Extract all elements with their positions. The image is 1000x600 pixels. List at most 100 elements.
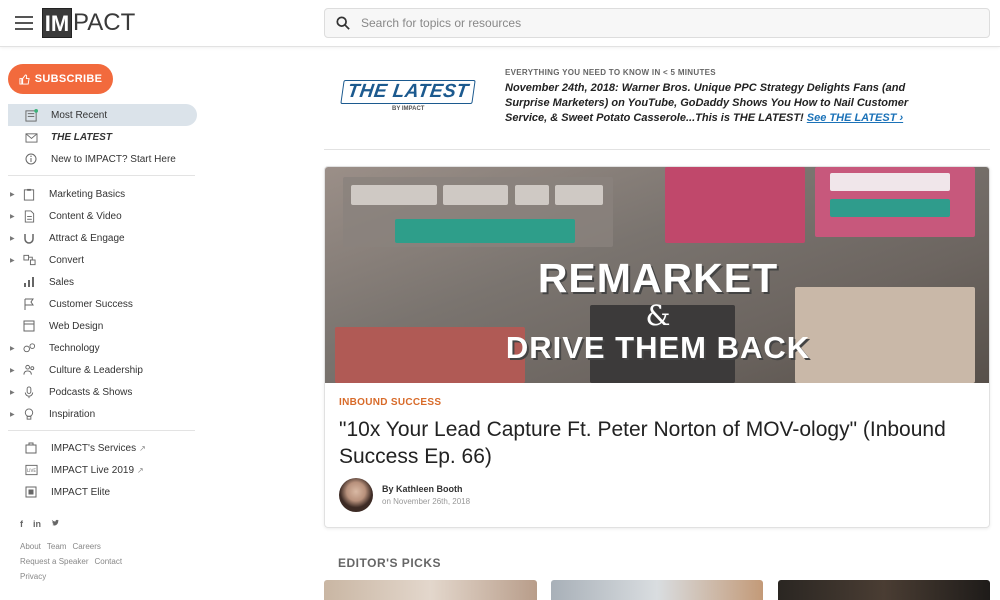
the-latest-banner[interactable]: THE LATEST BY IMPACT EVERYTHING YOU NEED… (324, 48, 990, 150)
sidebar-item-label: Web Design (49, 320, 104, 332)
search-input[interactable] (361, 16, 961, 30)
the-latest-logo-text: THE LATEST (346, 81, 470, 102)
info-icon (24, 152, 38, 166)
the-latest-summary: November 24th, 2018: Warner Bros. Unique… (505, 81, 925, 126)
hero-ampersand: & (645, 299, 671, 332)
sidebar-item-label: Attract & Engage (49, 232, 125, 244)
the-latest-by: BY IMPACT (392, 106, 425, 112)
the-latest-kicker: EVERYTHING YOU NEED TO KNOW IN < 5 MINUT… (505, 68, 716, 77)
expand-arrow-icon[interactable]: ▶ (10, 345, 15, 352)
hero-field (351, 185, 437, 205)
people-icon (22, 363, 36, 377)
footer-link-careers[interactable]: Careers (72, 542, 100, 551)
sidebar-item-impact-elite[interactable]: IMPACT Elite (8, 481, 197, 503)
sidebar-item-the-latest[interactable]: THE LATEST (8, 126, 197, 148)
article-category-tag[interactable]: INBOUND SUCCESS (339, 397, 441, 408)
hamburger-menu-icon[interactable] (15, 16, 33, 30)
sidebar-item-start-here[interactable]: New to IMPACT? Start Here (8, 148, 197, 170)
editors-pick-thumbnail[interactable] (778, 580, 990, 600)
sidebar-item-customer-success[interactable]: Customer Success (8, 293, 197, 315)
live-icon: LIVE (24, 463, 38, 477)
sidebar-item-label: Most Recent (51, 109, 108, 121)
footer-link-about[interactable]: About (20, 542, 41, 551)
sidebar-item-impact-services[interactable]: IMPACT's Services ↗ (8, 437, 197, 459)
article-date: on November 26th, 2018 (382, 497, 471, 506)
expand-arrow-icon[interactable]: ▶ (10, 389, 15, 396)
newspaper-icon (24, 108, 38, 122)
sidebar: SUBSCRIBE Most Recent THE LATEST New to … (0, 48, 205, 590)
expand-arrow-icon[interactable]: ▶ (10, 411, 15, 418)
article-title[interactable]: "10x Your Lead Capture Ft. Peter Norton … (339, 416, 969, 470)
expand-arrow-icon[interactable]: ▶ (10, 257, 15, 264)
sidebar-item-label: Marketing Basics (49, 188, 126, 200)
convert-icon (22, 253, 36, 267)
sidebar-divider (8, 175, 195, 176)
footer-links-row-1: About Team Careers (20, 542, 101, 551)
see-the-latest-link[interactable]: See THE LATEST › (807, 112, 903, 124)
search-bar[interactable] (324, 8, 990, 38)
document-icon (22, 209, 36, 223)
sidebar-item-label: New to IMPACT? Start Here (51, 153, 176, 165)
hero-signup-field (830, 173, 950, 191)
sidebar-item-attract-engage[interactable]: ▶ Attract & Engage (8, 227, 197, 249)
sidebar-item-sales[interactable]: Sales (8, 271, 197, 293)
external-link-icon: ↗ (137, 465, 144, 475)
sidebar-item-podcasts-shows[interactable]: ▶ Podcasts & Shows (8, 381, 197, 403)
footer-link-contact[interactable]: Contact (95, 557, 123, 566)
sidebar-item-impact-live[interactable]: LIVE IMPACT Live 2019 ↗ (8, 459, 197, 481)
sidebar-item-label: Sales (49, 276, 75, 288)
the-latest-logo[interactable]: THE LATEST (340, 80, 476, 104)
sidebar-item-culture-leadership[interactable]: ▶ Culture & Leadership (8, 359, 197, 381)
gears-icon (22, 341, 36, 355)
sidebar-item-web-design[interactable]: Web Design (8, 315, 197, 337)
sidebar-item-technology[interactable]: ▶ Technology (8, 337, 197, 359)
subscribe-button[interactable]: SUBSCRIBE (8, 64, 113, 94)
hero-field (515, 185, 549, 205)
twitter-icon[interactable] (51, 519, 60, 529)
sidebar-item-label: THE LATEST (51, 131, 112, 143)
sidebar-item-marketing-basics[interactable]: ▶ Marketing Basics (8, 183, 197, 205)
featured-article-card[interactable]: REMARKET & DRIVE THEM BACK INBOUND SUCCE… (324, 166, 990, 528)
author-name[interactable]: By Kathleen Booth (382, 484, 470, 494)
linkedin-icon[interactable]: in (33, 519, 41, 529)
logo-text: PACT (73, 9, 136, 36)
author-avatar[interactable] (339, 478, 373, 512)
hero-signup-button (830, 199, 950, 217)
expand-arrow-icon[interactable]: ▶ (10, 191, 15, 198)
sidebar-item-label: Content & Video (49, 210, 122, 222)
footer-link-request-speaker[interactable]: Request a Speaker (20, 557, 89, 566)
hero-field (443, 185, 508, 205)
sidebar-item-label: Podcasts & Shows (49, 386, 133, 398)
briefcase-icon (24, 441, 38, 455)
expand-arrow-icon[interactable]: ▶ (10, 213, 15, 220)
editors-pick-thumbnail[interactable] (324, 580, 537, 600)
subscribe-label: SUBSCRIBE (34, 73, 103, 85)
editors-pick-thumbnail[interactable] (551, 580, 763, 600)
impact-logo[interactable]: IM PACT (42, 8, 135, 38)
article-author: By Kathleen Booth on November 26th, 2018 (339, 478, 470, 512)
envelope-icon (24, 130, 38, 144)
hero-countdown-panel (665, 167, 805, 243)
expand-arrow-icon[interactable]: ▶ (10, 235, 15, 242)
footer-link-team[interactable]: Team (47, 542, 67, 551)
bar-chart-icon (22, 275, 36, 289)
browser-icon (22, 319, 36, 333)
sidebar-item-label: Technology (49, 342, 100, 354)
sidebar-item-inspiration[interactable]: ▶ Inspiration (8, 403, 197, 425)
search-icon (336, 16, 350, 30)
thumbs-up-icon (19, 73, 30, 85)
footer-links-row-3: Privacy (20, 572, 46, 581)
expand-arrow-icon[interactable]: ▶ (10, 367, 15, 374)
svg-text:LIVE: LIVE (26, 468, 35, 473)
hero-cta-bar (395, 219, 575, 243)
logo-mark: IM (42, 8, 72, 38)
sidebar-item-label: Culture & Leadership (49, 364, 143, 376)
facebook-icon[interactable]: f (20, 519, 23, 529)
sidebar-item-most-recent[interactable]: Most Recent (8, 104, 197, 126)
sidebar-item-content-video[interactable]: ▶ Content & Video (8, 205, 197, 227)
sidebar-item-convert[interactable]: ▶ Convert (8, 249, 197, 271)
footer-link-privacy[interactable]: Privacy (20, 572, 46, 581)
top-bar: IM PACT (0, 0, 1000, 47)
featured-article-image[interactable]: REMARKET & DRIVE THEM BACK (325, 167, 989, 383)
elite-icon (24, 485, 38, 499)
